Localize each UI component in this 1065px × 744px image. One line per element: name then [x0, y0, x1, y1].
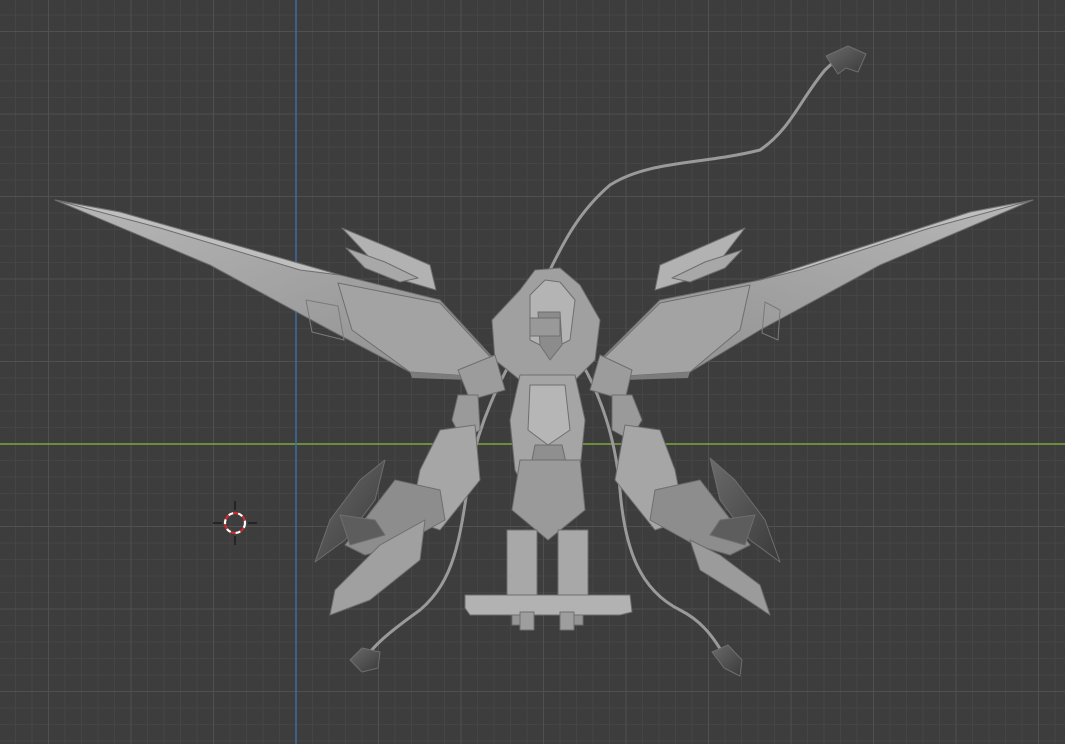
right-wing-spikes [654, 227, 746, 291]
model-torso [457, 267, 633, 541]
viewport-canvas[interactable] [0, 0, 1065, 744]
left-wing [54, 199, 496, 380]
3d-cursor-icon[interactable] [213, 501, 257, 545]
right-wing [599, 199, 1034, 380]
model-legs [464, 529, 633, 631]
3d-viewport[interactable] [0, 0, 1065, 744]
